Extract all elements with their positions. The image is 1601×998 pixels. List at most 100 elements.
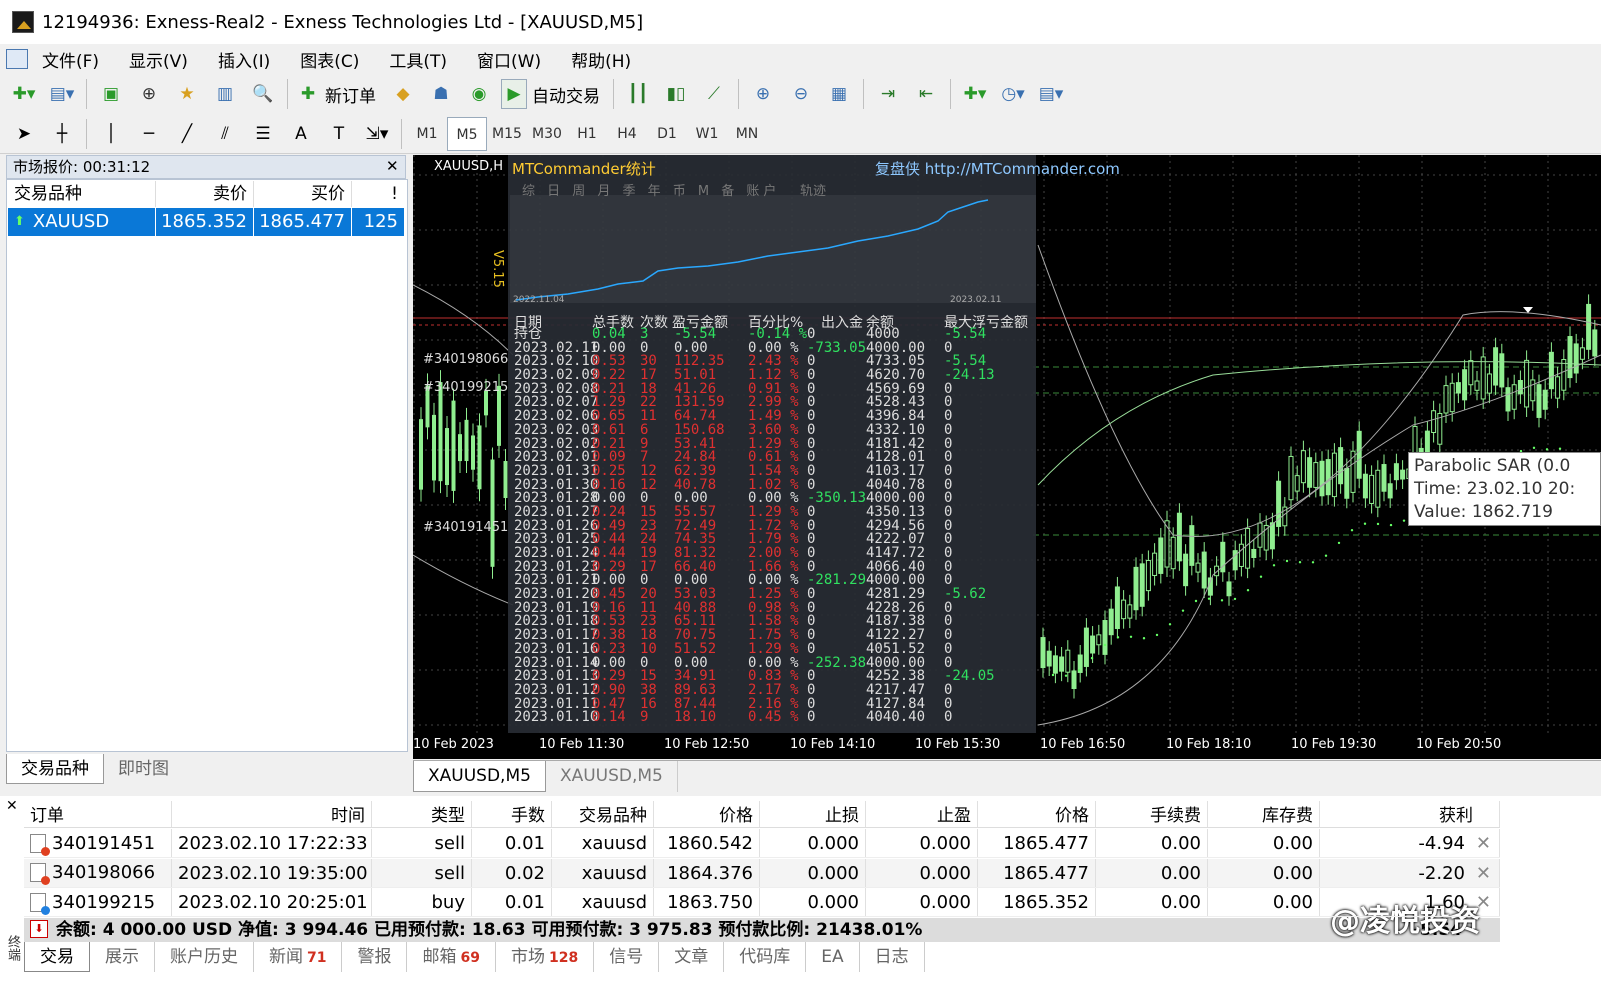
ask-price: 1865.477 xyxy=(254,208,352,236)
close-order-icon[interactable]: ✕ xyxy=(1476,859,1491,887)
terminal-tab[interactable]: 文章 xyxy=(659,942,725,972)
trendline-icon[interactable]: ╱ xyxy=(171,119,203,149)
market-watch-icon[interactable]: ▣ xyxy=(95,79,127,109)
chart-tab[interactable]: XAUUSD,M5 xyxy=(546,761,678,792)
col-spread[interactable]: ! xyxy=(352,181,404,207)
menu-file[interactable]: 文件(F) xyxy=(42,47,99,72)
col-open-price[interactable]: 价格 xyxy=(654,801,760,827)
col-tp[interactable]: 止盈 xyxy=(866,801,978,827)
menu-window[interactable]: 窗口(W) xyxy=(477,47,541,72)
new-order-button[interactable]: 新订单 xyxy=(325,82,376,107)
candle-body xyxy=(1226,581,1232,597)
col-type[interactable]: 类型 xyxy=(372,801,472,827)
vertical-line-icon[interactable]: │ xyxy=(95,119,127,149)
mtc-url-link[interactable]: 复盘侠 http://MTCommander.com xyxy=(875,158,1120,179)
auto-trade-button[interactable]: 自动交易 xyxy=(532,82,600,107)
terminal-tab[interactable]: EA xyxy=(806,942,860,972)
terminal-tab[interactable]: 交易 xyxy=(24,942,90,972)
mtc-track-tab[interactable]: 轨迹 xyxy=(800,180,826,199)
cursor-icon[interactable]: ➤ xyxy=(8,119,40,149)
vps-icon[interactable]: ◉ xyxy=(463,79,495,109)
fibonacci-icon[interactable]: ☰ xyxy=(247,119,279,149)
candle-body xyxy=(477,425,482,490)
timeframe-m1[interactable]: M1 xyxy=(407,117,447,151)
candlestick-icon[interactable]: ▮▯ xyxy=(660,79,692,109)
close-icon[interactable]: ✕ xyxy=(6,798,18,814)
equidistant-channel-icon[interactable]: ⫽ xyxy=(209,119,241,149)
close-order-icon[interactable]: ✕ xyxy=(1476,888,1491,916)
col-ask[interactable]: 买价 xyxy=(254,181,352,207)
zoom-out-icon[interactable]: ⊖ xyxy=(785,79,817,109)
terminal-tab[interactable]: 日志 xyxy=(860,942,925,972)
timeframe-w1[interactable]: W1 xyxy=(687,117,727,151)
timeframe-h1[interactable]: H1 xyxy=(567,117,607,151)
menu-charts[interactable]: 图表(C) xyxy=(300,47,359,72)
new-chart-icon[interactable]: ✚▾ xyxy=(8,79,40,109)
timeframe-mn[interactable]: MN xyxy=(727,117,767,151)
col-symbol[interactable]: 交易品种 xyxy=(8,181,156,207)
col-profit[interactable]: 获利 xyxy=(1320,801,1500,827)
terminal-tab[interactable]: 账户历史 xyxy=(155,942,254,972)
market-watch-row[interactable]: ⬆ XAUUSD 1865.352 1865.477 125 xyxy=(8,208,404,236)
terminal-icon[interactable]: ▥ xyxy=(209,79,241,109)
metaeditor-icon[interactable]: ◆ xyxy=(387,79,419,109)
periods-clock-icon[interactable]: ◷▾ xyxy=(997,79,1029,109)
terminal-tab[interactable]: 邮箱 69 xyxy=(407,942,496,972)
terminal-tab[interactable]: 展示 xyxy=(90,942,155,972)
order-row[interactable]: 340198066 2023.02.10 19:35:00 sell 0.02 xauu… xyxy=(24,858,1500,888)
timeframe-m15[interactable]: M15 xyxy=(487,117,527,151)
indicators-icon[interactable]: ✚▾ xyxy=(959,79,991,109)
terminal-tab[interactable]: 市场 128 xyxy=(496,942,595,972)
auto-scroll-icon[interactable]: ⇥ xyxy=(872,79,904,109)
new-order-icon[interactable]: ✚ xyxy=(296,79,320,109)
order-row[interactable]: 340191451 2023.02.10 17:22:33 sell 0.01 xauu… xyxy=(24,829,1500,858)
tab-symbols[interactable]: 交易品种 xyxy=(6,754,104,784)
strategy-tester-icon[interactable]: 🔍 xyxy=(247,79,279,109)
menu-view[interactable]: 显示(V) xyxy=(129,47,188,72)
text-icon[interactable]: A xyxy=(285,119,317,149)
chart-tab[interactable]: XAUUSD,M5 xyxy=(413,761,546,792)
tab-tick-chart[interactable]: 即时图 xyxy=(104,754,183,784)
menu-insert[interactable]: 插入(I) xyxy=(218,47,270,72)
col-order[interactable]: 订单 xyxy=(24,801,172,827)
col-time[interactable]: 时间 xyxy=(172,801,372,827)
col-swap[interactable]: 库存费 xyxy=(1208,801,1320,827)
templates-icon[interactable]: ▤▾ xyxy=(1035,79,1067,109)
timeframe-d1[interactable]: D1 xyxy=(647,117,687,151)
crosshair-icon[interactable]: ┼ xyxy=(46,119,78,149)
terminal-tab[interactable]: 新闻 71 xyxy=(254,942,343,972)
col-bid[interactable]: 卖价 xyxy=(156,181,254,207)
line-chart-icon[interactable]: ⟋ xyxy=(698,79,730,109)
timeframe-m5[interactable]: M5 xyxy=(447,116,487,151)
terminal-tab[interactable]: 警报 xyxy=(342,942,408,972)
timeframe-h4[interactable]: H4 xyxy=(607,117,647,151)
col-lots[interactable]: 手数 xyxy=(472,801,552,827)
data-window-icon[interactable]: ⊕ xyxy=(133,79,165,109)
tile-windows-icon[interactable]: ▦ xyxy=(823,79,855,109)
col-current-price[interactable]: 价格 xyxy=(978,801,1096,827)
arrows-icon[interactable]: ⇲▾ xyxy=(361,119,393,149)
menu-help[interactable]: 帮助(H) xyxy=(571,47,631,72)
zoom-in-icon[interactable]: ⊕ xyxy=(747,79,779,109)
terminal-tab[interactable]: 代码库 xyxy=(724,942,807,972)
menu-tools[interactable]: 工具(T) xyxy=(389,47,447,72)
bar-chart-icon[interactable]: ┃┃ xyxy=(622,79,654,109)
document-icon[interactable] xyxy=(6,49,28,69)
close-order-icon[interactable]: ✕ xyxy=(1476,829,1491,857)
col-commission[interactable]: 手续费 xyxy=(1096,801,1208,827)
horizontal-line-icon[interactable]: ─ xyxy=(133,119,165,149)
order-row[interactable]: 340199215 2023.02.10 20:25:01 buy 0.01 xauus… xyxy=(24,888,1500,917)
auto-trade-icon[interactable]: ▶ xyxy=(501,79,527,109)
col-sl[interactable]: 止损 xyxy=(760,801,866,827)
candle-body xyxy=(1114,586,1120,629)
signals-icon[interactable]: ☗ xyxy=(425,79,457,109)
chart-shift-icon[interactable]: ⇤ xyxy=(910,79,942,109)
col-symbol[interactable]: 交易品种 xyxy=(552,801,654,827)
timeframe-m30[interactable]: M30 xyxy=(527,117,567,151)
text-label-icon[interactable]: T xyxy=(323,119,355,149)
navigator-icon[interactable]: ★ xyxy=(171,79,203,109)
close-icon[interactable]: ✕ xyxy=(386,157,399,175)
mtc-period-tabs[interactable]: 综 日 周 月 季 年 币 M 备 账户 xyxy=(522,180,780,199)
terminal-tab[interactable]: 信号 xyxy=(594,942,660,972)
profiles-icon[interactable]: ▤▾ xyxy=(46,79,78,109)
